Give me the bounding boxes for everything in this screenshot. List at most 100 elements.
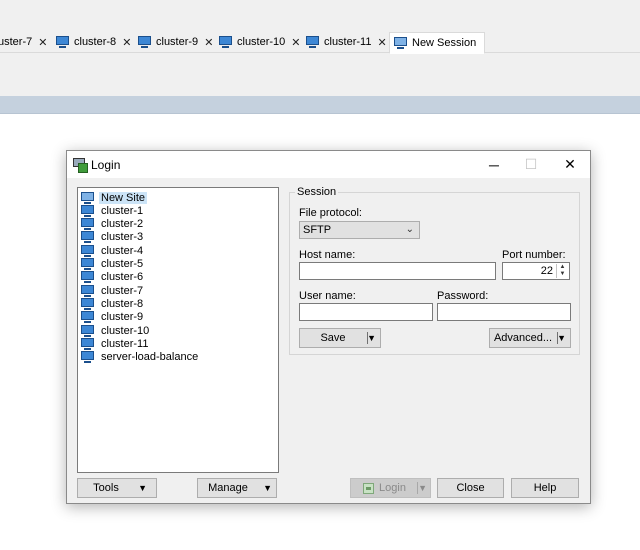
dropdown-arrow-icon[interactable]: ▼ [367,333,376,343]
port-number-stepper[interactable]: 22 ▲ ▼ [502,262,570,280]
tab-cluster-8[interactable]: cluster-8 ✕ [56,32,131,52]
site-item[interactable]: cluster-3 [81,230,145,243]
dropdown-arrow-icon[interactable]: ▼ [418,483,427,493]
minimize-button[interactable]: ─ [476,151,512,178]
spin-down-icon[interactable]: ▼ [557,271,568,278]
site-item[interactable]: cluster-1 [81,204,145,217]
new-site-icon [81,191,94,204]
monitor-icon [81,257,94,270]
tab-label: uster-7 [0,36,33,48]
file-protocol-label: File protocol: [299,207,362,219]
close-icon[interactable]: ✕ [377,36,386,49]
tab-label: New Session [412,37,477,49]
file-protocol-value: SFTP [303,224,332,236]
tab-new-session[interactable]: New Session [389,32,486,54]
manage-label: Manage [208,482,248,494]
maximize-button[interactable]: ☐ [513,151,549,178]
site-item[interactable]: cluster-9 [81,310,145,323]
site-label: server-load-balance [101,350,199,363]
close-label: Close [456,482,485,494]
site-label: cluster-6 [101,270,144,283]
manage-button[interactable]: Manage ▼ [197,478,277,498]
spin-up-icon[interactable]: ▲ [557,264,568,271]
site-item[interactable]: cluster-5 [81,257,145,270]
site-label: cluster-4 [101,244,144,257]
site-label: cluster-5 [101,257,144,270]
toolbar-bar [0,96,640,114]
file-protocol-select[interactable]: SFTP ⌄ [299,221,420,239]
port-number-label: Port number: [502,249,566,261]
spin-arrows[interactable]: ▲ ▼ [556,264,568,278]
site-label: cluster-1 [101,204,144,217]
tools-button[interactable]: Tools ▼ [77,478,157,498]
site-item[interactable]: cluster-11 [81,337,150,350]
password-input[interactable] [437,303,571,321]
monitor-icon [81,230,94,243]
tools-label: Tools [93,482,119,494]
site-item[interactable]: server-load-balance [81,350,200,363]
monitor-icon [56,36,69,48]
tab-cluster-9[interactable]: cluster-9 ✕ [138,32,213,52]
monitor-icon [306,36,319,48]
site-label: cluster-8 [101,297,144,310]
site-tree[interactable]: New Site cluster-1 cluster-2 cluster-3 c… [77,187,279,473]
close-icon[interactable]: ✕ [204,36,213,49]
advanced-button[interactable]: Advanced... ▼ [489,328,571,348]
site-item[interactable]: cluster-8 [81,297,145,310]
site-item[interactable]: cluster-7 [81,284,145,297]
close-icon[interactable]: ✕ [291,36,300,49]
site-label: cluster-7 [101,284,144,297]
site-label: cluster-2 [101,217,144,230]
save-label: Save [320,332,346,344]
monitor-icon [219,36,232,48]
login-label: Login [379,482,406,494]
site-label: cluster-10 [101,324,150,337]
user-name-input[interactable] [299,303,433,321]
dropdown-arrow-icon[interactable]: ▼ [557,333,566,343]
chevron-down-icon: ⌄ [405,224,414,235]
monitor-icon [81,217,94,230]
password-label: Password: [437,290,489,302]
dropdown-arrow-icon: ▼ [263,483,272,493]
monitor-icon [81,324,94,337]
session-group: Session File protocol: SFTP ⌄ Host name:… [289,186,580,355]
tab-label: cluster-8 [74,36,117,48]
site-label: cluster-3 [101,230,144,243]
title-bar: Login ─ ☐ ✕ [67,151,590,178]
site-label: New Site [99,191,148,204]
site-item-new-site[interactable]: New Site [81,191,148,204]
site-item[interactable]: cluster-2 [81,217,145,230]
monitor-icon [81,284,94,297]
close-window-button[interactable]: ✕ [552,151,588,178]
port-number-value: 22 [540,265,553,277]
close-icon[interactable]: ✕ [38,36,47,49]
help-button[interactable]: Help [511,478,579,498]
site-item[interactable]: cluster-4 [81,244,145,257]
save-button[interactable]: Save ▼ [299,328,381,348]
login-button[interactable]: Login ▼ [350,478,431,498]
new-site-icon [394,37,407,49]
dropdown-arrow-icon: ▼ [138,483,147,493]
host-name-label: Host name: [299,249,356,261]
close-icon[interactable]: ✕ [122,36,131,49]
host-name-input[interactable] [299,262,496,280]
site-label: cluster-11 [101,337,149,350]
monitor-icon [138,36,151,48]
monitor-icon [81,244,94,257]
monitor-icon [81,204,94,217]
tab-cluster-7[interactable]: uster-7 ✕ [0,32,47,52]
site-label: cluster-9 [101,310,144,323]
user-name-label: User name: [299,290,356,302]
tab-label: cluster-9 [156,36,199,48]
close-button[interactable]: Close [437,478,504,498]
tab-strip: uster-7 ✕ cluster-8 ✕ cluster-9 ✕ cluste… [0,0,640,96]
tab-label: cluster-11 [324,36,372,48]
tab-cluster-10[interactable]: cluster-10 ✕ [219,32,301,52]
tab-cluster-11[interactable]: cluster-11 ✕ [306,32,387,52]
site-item[interactable]: cluster-6 [81,270,145,283]
login-dialog: Login ─ ☐ ✕ New Site cluster-1 cluster-2… [66,150,591,504]
session-group-title: Session [295,186,339,198]
site-item[interactable]: cluster-10 [81,324,151,337]
tab-label: cluster-10 [237,36,286,48]
dialog-title: Login [91,158,121,172]
